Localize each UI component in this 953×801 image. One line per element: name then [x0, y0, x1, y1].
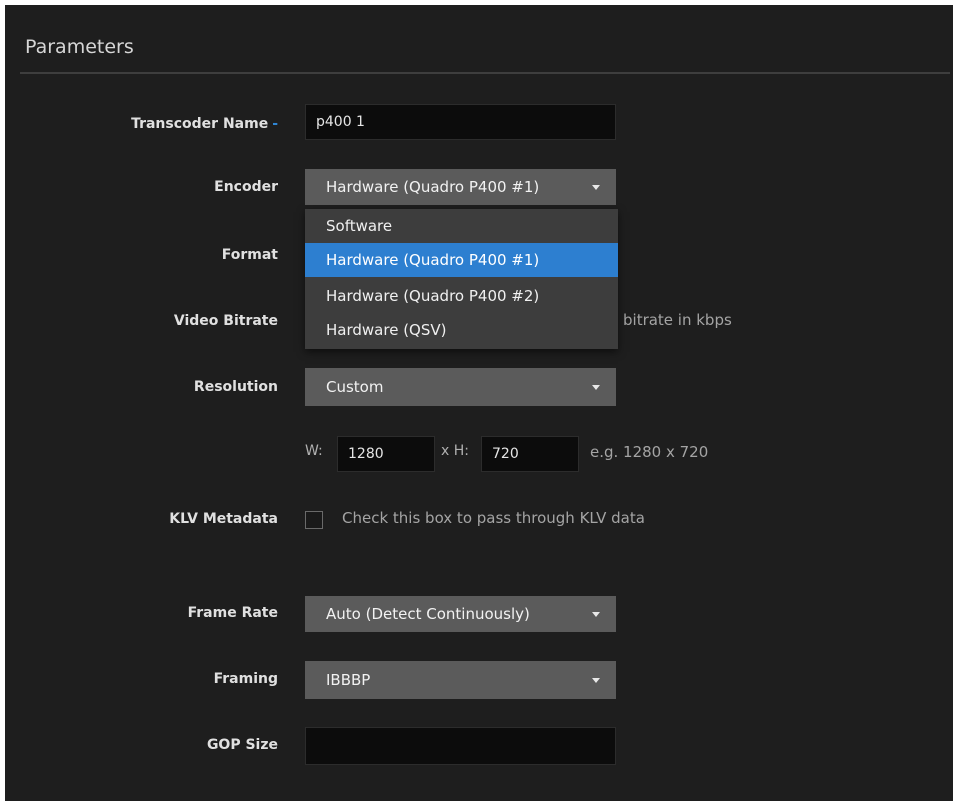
height-label: x H:	[441, 443, 469, 459]
chevron-down-icon	[592, 678, 600, 683]
format-label: Format	[221, 247, 278, 263]
encoder-select[interactable]: Hardware (Quadro P400 #1)	[305, 169, 616, 205]
framing-selected-value: IBBBP	[326, 671, 371, 689]
title-divider	[20, 72, 950, 74]
encoder-option-qsv[interactable]: Hardware (QSV)	[305, 313, 618, 347]
chevron-down-icon	[592, 612, 600, 617]
panel-title: Parameters	[25, 36, 134, 58]
required-marker: -	[272, 116, 278, 132]
video-bitrate-label: Video Bitrate	[173, 313, 278, 329]
bitrate-help-text: bitrate in kbps	[623, 311, 732, 329]
resolution-label: Resolution	[193, 379, 278, 395]
frame-rate-selected-value: Auto (Detect Continuously)	[326, 605, 530, 623]
chevron-down-icon	[592, 385, 600, 390]
frame-rate-select[interactable]: Auto (Detect Continuously)	[305, 596, 616, 632]
transcoder-name-label: Transcoder Name -	[131, 116, 278, 132]
transcoder-name-label-text: Transcoder Name	[131, 116, 269, 132]
klv-metadata-label: KLV Metadata	[169, 511, 278, 527]
resolution-selected-value: Custom	[326, 378, 384, 396]
encoder-dropdown-menu: Software Hardware (Quadro P400 #1) Hardw…	[305, 209, 618, 349]
klv-checkbox-text: Check this box to pass through KLV data	[342, 509, 645, 527]
klv-metadata-checkbox[interactable]	[305, 511, 323, 529]
gop-size-input[interactable]	[305, 727, 616, 765]
encoder-label: Encoder	[214, 179, 278, 195]
resolution-example-text: e.g. 1280 x 720	[590, 443, 709, 461]
framing-label: Framing	[213, 671, 278, 687]
height-input[interactable]	[481, 436, 579, 472]
width-label: W:	[305, 443, 323, 459]
resolution-select[interactable]: Custom	[305, 368, 616, 406]
encoder-option-quadro-p400-2[interactable]: Hardware (Quadro P400 #2)	[305, 279, 618, 313]
gop-size-label: GOP Size	[206, 737, 278, 753]
transcoder-name-input[interactable]	[305, 104, 616, 140]
width-input[interactable]	[337, 436, 435, 472]
frame-rate-label: Frame Rate	[187, 605, 278, 621]
encoder-option-quadro-p400-1[interactable]: Hardware (Quadro P400 #1)	[305, 243, 618, 277]
encoder-option-software[interactable]: Software	[305, 209, 618, 243]
encoder-selected-value: Hardware (Quadro P400 #1)	[326, 178, 540, 196]
framing-select[interactable]: IBBBP	[305, 661, 616, 699]
chevron-down-icon	[592, 185, 600, 190]
